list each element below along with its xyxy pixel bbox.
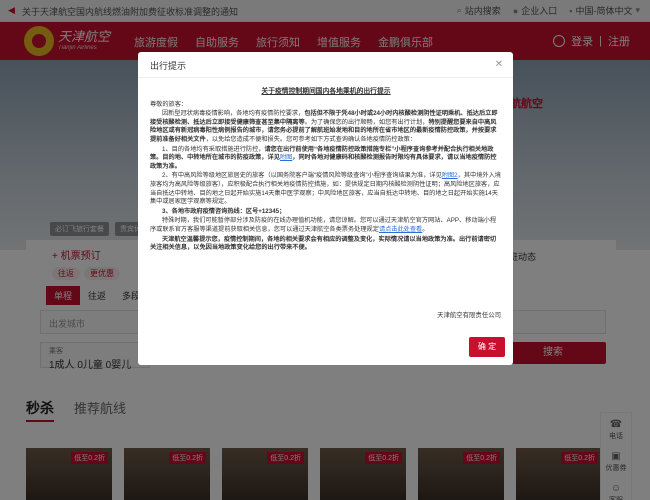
modal-body: 关于疫情控制期间国内各地乘机的出行提示 尊敬的旅客： 因新型冠状病毒疫情影响，各… (150, 88, 502, 254)
paragraph-1: 因新型冠状病毒疫情影响，各地均有疫情防控要求，包括但不限于凭48小时或24小时内… (150, 110, 498, 143)
paragraph-2: 1、目的各地均有采取措施进行防控，请您在出行前使用“各地疫情防控政策措施专栏”小… (150, 145, 497, 170)
modal-title: 出行提示 (150, 61, 187, 71)
travel-notice-modal: 出行提示 ✕ 关于疫情控制期间国内各地乘机的出行提示 尊敬的旅客： 因新型冠状病… (138, 52, 513, 365)
notice-heading: 关于疫情控制期间国内各地乘机的出行提示 (261, 88, 391, 95)
close-icon[interactable]: ✕ (495, 59, 503, 70)
modal-header: 出行提示 ✕ (138, 52, 513, 78)
rules-link[interactable]: 请点击此处查看 (379, 226, 422, 233)
attachment-link-2[interactable]: 附图2 (442, 172, 458, 179)
paragraph-3: 2、有中高风险等级地区旅居史的旅客（以国务院客户端“疫情风险等级查询”小程序查询… (150, 172, 501, 206)
signature: 天津航空有限责任公司 (437, 312, 501, 319)
attachment-link-1[interactable]: 附图 (280, 154, 292, 161)
confirm-button[interactable]: 确 定 (469, 337, 505, 357)
paragraph-4: 3、各地市政府疫情咨询热线：区号+12345； (162, 207, 286, 215)
paragraph-6: 天津航空温馨提示您，疫情控制期间，各地的相关要求会有相应的调整及变化，实际情况请… (150, 235, 497, 252)
paragraph-5: 特殊时期，我们可能暂停部分涉及防疫的在线办理值机功能，请您谅解。您可以通过天津航… (150, 217, 497, 233)
greeting: 尊敬的旅客： (150, 100, 188, 108)
